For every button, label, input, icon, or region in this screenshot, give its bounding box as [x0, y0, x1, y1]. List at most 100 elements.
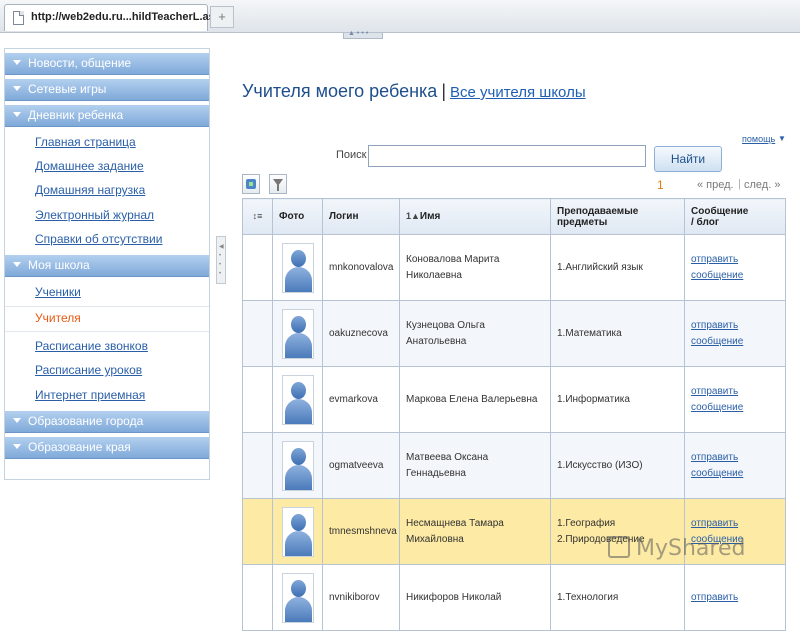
message-column-header: Сообщение / блог [684, 198, 786, 235]
sidebar-section-school[interactable]: Моя школа [5, 255, 209, 277]
name-line: Маркова Елена Валерьевна [406, 393, 538, 405]
send-line: сообщение [691, 269, 744, 281]
column-settings-header[interactable]: ↕≡ [242, 198, 273, 235]
row-select-cell[interactable] [242, 564, 273, 631]
browser-tab[interactable]: http://web2edu.ru...hildTeacherL.aspx [4, 4, 228, 31]
name-cell: Несмащнева Тамара Михайловна [399, 498, 551, 565]
new-tab-button[interactable]: + [210, 6, 234, 28]
sidebar-item-workload[interactable]: Домашняя нагрузка [35, 183, 145, 197]
all-teachers-link[interactable]: Все учителя школы [450, 84, 586, 101]
chevron-down-icon [13, 112, 21, 117]
export-icon[interactable] [242, 174, 260, 194]
sidebar-item-home[interactable]: Главная страница [35, 135, 136, 149]
photo-cell [272, 366, 323, 433]
photo-cell [272, 300, 323, 367]
subject-line: 1.География [557, 517, 616, 529]
sidebar-section-label: Моя школа [28, 258, 90, 272]
subject-line: 1.Английский язык [557, 261, 643, 273]
subject-line: 1.Искусство (ИЗО) [557, 459, 643, 471]
send-message-link[interactable]: отправить сообщение [691, 386, 743, 413]
sidebar-section-region[interactable]: Образование края [5, 437, 209, 459]
sidebar-section-label: Образование края [28, 440, 131, 454]
chevron-down-icon [13, 418, 21, 423]
send-line: сообщение [691, 401, 744, 413]
sidebar-item-bells[interactable]: Расписание звонков [35, 339, 148, 353]
sidebar-section-games[interactable]: Сетевые игры [5, 79, 209, 101]
pager-next-link[interactable]: след. » [744, 179, 780, 191]
login-column-header[interactable]: Логин [322, 198, 400, 235]
send-message-link[interactable]: отправить [691, 592, 738, 603]
send-line: отправить [691, 253, 739, 265]
send-message-link[interactable]: отправить сообщение [691, 254, 743, 281]
browser-tab-title: http://web2edu.ru...hildTeacherL.aspx [31, 11, 228, 23]
table-row: evmarkova Маркова Елена Валерьевна 1.Инф… [242, 366, 786, 433]
row-select-cell[interactable] [242, 234, 273, 301]
table-row: mnkonovalova Коновалова Марита Николаевна… [242, 234, 786, 301]
name-cell: Кузнецова Ольга Анатольевна [399, 300, 551, 367]
sidebar-section-label: Сетевые игры [28, 82, 107, 96]
avatar-icon [281, 242, 314, 293]
name-line: Коновалова Марита [406, 253, 500, 265]
sidebar-item-homework[interactable]: Домашнее задание [35, 159, 144, 173]
message-cell: отправить сообщение [684, 366, 786, 433]
subject-line: 1.Математика [557, 327, 622, 339]
avatar-icon [281, 440, 314, 491]
chevron-down-icon [13, 60, 21, 65]
send-line: отправить [691, 319, 739, 331]
subjects-header-line: предметы [557, 216, 608, 228]
name-line: Несмащнева Тамара [406, 517, 504, 529]
row-select-cell[interactable] [242, 300, 273, 367]
sidebar-item-teachers[interactable]: Учителя [5, 306, 209, 332]
sidebar-section-label: Дневник ребенка [28, 108, 124, 122]
help-link[interactable]: помощь [742, 134, 775, 144]
row-select-cell[interactable] [242, 366, 273, 433]
name-cell: Маркова Елена Валерьевна [399, 366, 551, 433]
name-line: Михайловна [406, 533, 464, 545]
message-cell: отправить сообщение [684, 300, 786, 367]
splitter-grip[interactable]: ▲••• [343, 30, 383, 39]
send-line: сообщение [691, 335, 744, 347]
photo-cell [272, 564, 323, 631]
sidebar-item-journal[interactable]: Электронный журнал [35, 208, 154, 222]
send-line: сообщение [691, 467, 744, 479]
chevron-down-icon [13, 86, 21, 91]
sidebar-item-timetable[interactable]: Расписание уроков [35, 363, 142, 377]
table-header-row: ↕≡ Фото Логин 1▲Имя Преподаваемые предмет… [242, 198, 786, 235]
sidebar-item-reception[interactable]: Интернет приемная [35, 388, 145, 402]
avatar-icon [281, 374, 314, 425]
subject-line: 1.Технология [557, 591, 619, 603]
search-button[interactable]: Найти [654, 146, 722, 172]
filter-icon[interactable] [269, 174, 287, 194]
browser-tab-strip: http://web2edu.ru...hildTeacherL.aspx + [0, 0, 800, 33]
row-select-cell[interactable] [242, 498, 273, 565]
sort-asc-icon: 1▲ [406, 211, 420, 221]
sidebar-item-absence[interactable]: Справки об отсутствии [35, 232, 162, 246]
sidebar: Новости, общение Сетевые игры Дневник ре… [4, 48, 210, 480]
name-cell: Коновалова Марита Николаевна [399, 234, 551, 301]
pager-prev-link[interactable]: « пред. [697, 179, 734, 191]
row-select-cell[interactable] [242, 432, 273, 499]
sidebar-section-diary[interactable]: Дневник ребенка [5, 105, 209, 127]
sidebar-section-city[interactable]: Образование города [5, 411, 209, 433]
sidebar-section-news[interactable]: Новости, общение [5, 53, 209, 75]
message-cell: отправить сообщение [684, 432, 786, 499]
subjects-cell: 1.Технология [550, 564, 685, 631]
sidebar-section-label: Образование города [28, 414, 144, 428]
name-line: Матвеева Оксана Геннадьевна [406, 451, 489, 479]
name-line: Никифоров Николай [406, 591, 502, 603]
grip-dots-icon: ▲••• [348, 30, 371, 37]
message-cell: отправить сообщение [684, 234, 786, 301]
subjects-header-line: Преподаваемые [557, 205, 639, 217]
sidebar-item-students[interactable]: Ученики [35, 285, 81, 299]
search-input[interactable] [368, 145, 646, 167]
send-message-link[interactable]: отправить сообщение [691, 452, 743, 479]
avatar-icon [281, 572, 314, 623]
name-column-header[interactable]: 1▲Имя [399, 198, 551, 235]
avatar-icon [281, 308, 314, 359]
help-arrow-icon: ▼ [778, 134, 786, 143]
grip-dots-icon: ◀ • • • [219, 244, 224, 277]
send-message-link[interactable]: отправить сообщение [691, 320, 743, 347]
sidebar-collapse-handle[interactable]: ◀ • • • [216, 236, 226, 284]
sidebar-section-label: Новости, общение [28, 56, 132, 70]
login-cell: evmarkova [322, 366, 400, 433]
